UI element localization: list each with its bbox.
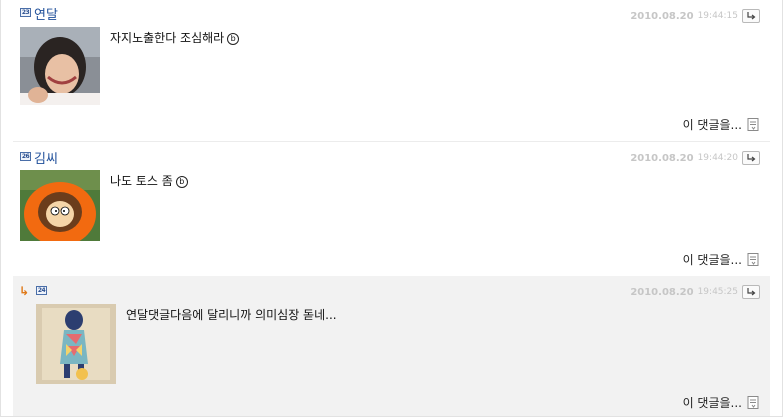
avatar-cartoon-icon — [20, 170, 100, 241]
avatar[interactable] — [20, 170, 100, 241]
comment-more-label: 이 댓글을... — [682, 396, 742, 410]
emoticon-icon: b — [175, 176, 188, 188]
comment-more-label: 이 댓글을... — [682, 253, 742, 267]
comment-list: 23 연달 2010.08.20 19:44:15 자지노출한다 조심해라 b … — [0, 0, 783, 417]
comment-author[interactable]: 연달 — [34, 4, 58, 23]
comment-time: 19:45:25 — [697, 287, 738, 297]
comment-date: 2010.08.20 — [630, 10, 694, 22]
avatar-illustration-icon — [36, 304, 116, 384]
comment-text: 나도 토스 좀b — [110, 172, 188, 189]
comment-text: 자지노출한다 조심해라 b — [110, 29, 240, 46]
document-icon — [747, 118, 759, 131]
reply-arrow-icon — [747, 153, 756, 161]
comment-item: 23 연달 2010.08.20 19:44:15 자지노출한다 조심해라 b … — [13, 0, 770, 140]
user-level-icon: 26 — [20, 152, 31, 161]
comment-date: 2010.08.20 — [630, 152, 694, 164]
emoticon-icon: b — [227, 33, 240, 45]
user-level-icon: 24 — [36, 286, 47, 295]
comment-time: 19:44:15 — [697, 11, 738, 21]
comment-text: 연달댓글다음에 달리니까 의미심장 돋네... — [126, 308, 337, 322]
document-icon — [747, 396, 759, 409]
comment-meta: 2010.08.20 19:44:15 — [630, 9, 760, 23]
user-level-icon: 23 — [20, 8, 31, 17]
comment-item: 26 김씨 2010.08.20 19:44:20 나도 토스 좀 b 이 댓글… — [13, 141, 770, 275]
comment-text-body: 자지노출한다 조심해라 — [110, 31, 225, 45]
reply-indicator-icon: ↳ — [19, 284, 30, 298]
reply-arrow-icon — [747, 11, 756, 19]
comment-meta: 2010.08.20 19:44:20 — [630, 151, 760, 165]
comment-more-button[interactable]: 이 댓글을... — [683, 251, 761, 268]
comment-more-button[interactable]: 이 댓글을... — [683, 394, 761, 411]
reply-button[interactable] — [742, 151, 760, 165]
document-icon — [747, 253, 759, 266]
comment-time: 19:44:20 — [697, 153, 738, 163]
comment-text-body: 나도 토스 좀 — [110, 174, 173, 188]
reply-arrow-icon — [747, 287, 756, 295]
comment-author[interactable]: 김씨 — [34, 148, 58, 167]
avatar[interactable] — [20, 27, 100, 105]
comment-date: 2010.08.20 — [630, 286, 694, 298]
reply-item: ↳ 24 2010.08.20 19:45:25 연달댓글다음에 달리니까 의미… — [13, 276, 770, 416]
reply-button[interactable] — [742, 9, 760, 23]
comment-more-button[interactable]: 이 댓글을... — [683, 116, 761, 133]
avatar-photo-icon — [20, 27, 100, 105]
comment-more-label: 이 댓글을... — [682, 118, 742, 132]
avatar[interactable] — [36, 304, 116, 384]
reply-button[interactable] — [742, 285, 760, 299]
comment-meta: 2010.08.20 19:45:25 — [630, 285, 760, 299]
